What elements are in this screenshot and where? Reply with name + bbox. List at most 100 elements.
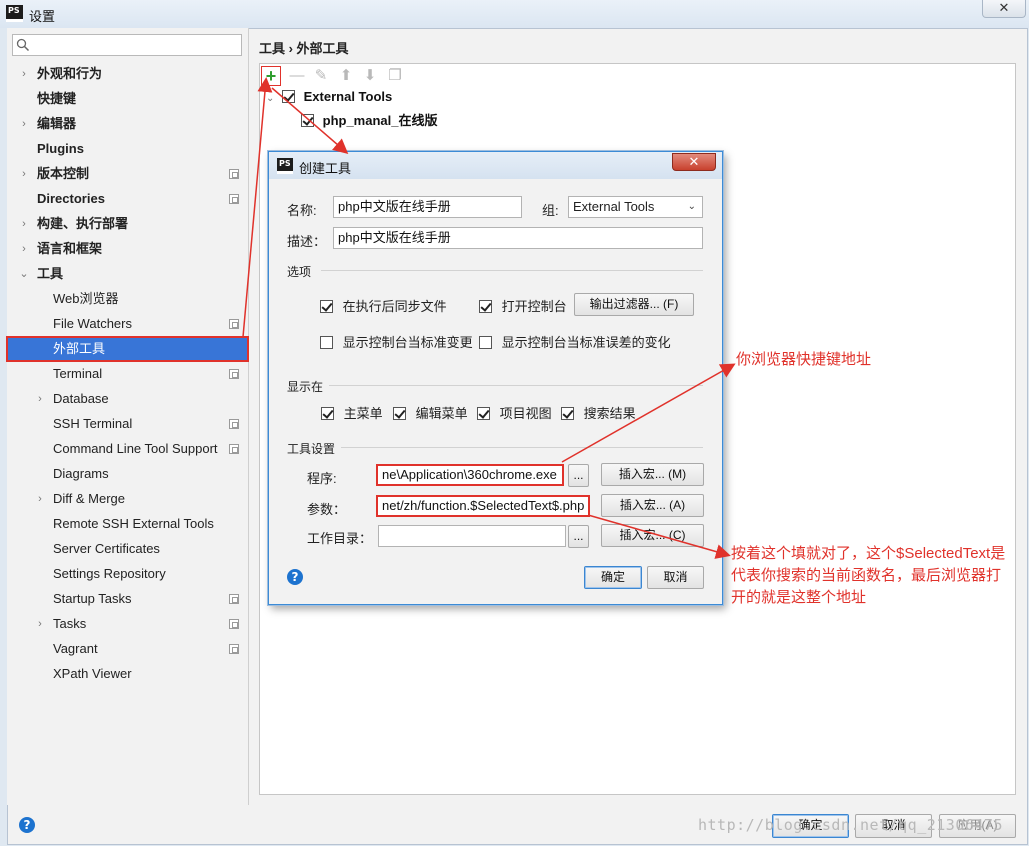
copy-icon[interactable]: ❐	[386, 67, 404, 85]
stdout-option[interactable]: 显示控制台当标准变更	[320, 332, 473, 351]
open-console-option[interactable]: 打开控制台	[479, 296, 567, 315]
chevron-right-icon[interactable]: ›	[35, 387, 45, 411]
editor-menu-checkbox[interactable]	[393, 407, 406, 420]
tree-item-php-manual[interactable]: php_manal_在线版	[301, 110, 437, 129]
edit-icon[interactable]: ✎	[312, 67, 330, 85]
name-label: 名称:	[287, 203, 317, 218]
sidebar-item-label: SSH Terminal	[53, 416, 133, 431]
main-menu-checkbox[interactable]	[321, 407, 334, 420]
sidebar-item[interactable]: Plugins	[7, 137, 248, 161]
group-label: 组:	[542, 203, 559, 218]
sidebar-item-label: Plugins	[37, 141, 84, 156]
window-close-button[interactable]: ✕	[982, 0, 1026, 18]
sidebar-item[interactable]: Terminal	[7, 362, 248, 386]
sidebar-item[interactable]: Startup Tasks	[7, 587, 248, 611]
sidebar-item[interactable]: SSH Terminal	[7, 412, 248, 436]
group-select[interactable]: External Tools ⌄	[568, 196, 703, 218]
dialog-ok-button[interactable]: 确定	[584, 566, 642, 589]
remove-icon[interactable]: —	[288, 67, 306, 85]
open-console-checkbox[interactable]	[479, 300, 492, 313]
chevron-right-icon[interactable]: ›	[19, 237, 29, 261]
sidebar-item[interactable]: Web浏览器	[7, 287, 248, 311]
help-icon[interactable]: ?	[287, 569, 303, 585]
group-enabled-checkbox[interactable]	[282, 90, 296, 103]
sidebar-item[interactable]: › 版本控制	[7, 162, 248, 186]
settings-help-icon[interactable]: ?	[19, 817, 35, 833]
sidebar-item-label: Database	[53, 391, 109, 406]
sidebar-item[interactable]: Settings Repository	[7, 562, 248, 586]
insert-macro-params-button[interactable]: 插入宏... (A)	[601, 494, 704, 517]
stdout-checkbox[interactable]	[320, 336, 333, 349]
dialog-cancel-button[interactable]: 取消	[647, 566, 704, 589]
chevron-right-icon[interactable]: ›	[19, 62, 29, 86]
project-view-option[interactable]: 项目视图	[477, 403, 552, 422]
working-dir-browse-button[interactable]: ...	[568, 525, 589, 548]
sidebar-item[interactable]: Server Certificates	[7, 537, 248, 561]
chevron-down-icon[interactable]: ⌄	[19, 262, 29, 286]
output-filters-button[interactable]: 输出过滤器... (F)	[574, 293, 694, 316]
editor-menu-option[interactable]: 编辑菜单	[393, 403, 468, 422]
sidebar-item[interactable]: XPath Viewer	[7, 662, 248, 686]
project-settings-icon	[229, 194, 239, 204]
move-up-icon[interactable]: ⬆	[337, 67, 355, 85]
chevron-right-icon[interactable]: ›	[19, 112, 29, 136]
chevron-right-icon[interactable]: ›	[35, 612, 45, 636]
sidebar-item[interactable]: › 外观和行为	[7, 62, 248, 86]
sidebar-item[interactable]: Remote SSH External Tools	[7, 512, 248, 536]
insert-macro-workdir-button[interactable]: 插入宏... (C)	[601, 524, 704, 547]
tree-item-label: php_manal_在线版	[322, 113, 438, 128]
stderr-checkbox[interactable]	[479, 336, 492, 349]
search-results-option[interactable]: 搜索结果	[561, 403, 636, 422]
tree-group-label: External Tools	[303, 89, 393, 104]
sidebar-item-label: Terminal	[53, 366, 103, 381]
project-view-checkbox[interactable]	[477, 407, 490, 420]
search-results-checkbox[interactable]	[561, 407, 574, 420]
sidebar-item[interactable]: › 编辑器	[7, 112, 248, 136]
program-field[interactable]: ne\Application\360chrome.exe	[376, 464, 564, 486]
move-down-icon[interactable]: ⬇	[361, 67, 379, 85]
sidebar-item[interactable]: Directories	[7, 187, 248, 211]
tree-group-external-tools[interactable]: ⌄ External Tools	[266, 89, 392, 104]
sidebar-item[interactable]: › 构建、执行部署	[7, 212, 248, 236]
description-field[interactable]: php中文版在线手册	[333, 227, 703, 249]
chevron-right-icon[interactable]: ›	[19, 162, 29, 186]
description-label: 描述：	[287, 234, 327, 249]
sidebar-item-label: Startup Tasks	[53, 591, 132, 606]
parameters-label: 参数：	[307, 502, 347, 517]
sidebar-item[interactable]: Vagrant	[7, 637, 248, 661]
parameters-field[interactable]: net/zh/function.$SelectedText$.php	[376, 495, 590, 517]
sidebar-item[interactable]: › 语言和框架	[7, 237, 248, 261]
sidebar-item[interactable]: File Watchers	[7, 312, 248, 336]
program-browse-button[interactable]: ...	[568, 464, 589, 487]
chevron-right-icon[interactable]: ›	[19, 212, 29, 236]
tool-enabled-checkbox[interactable]	[301, 114, 314, 127]
add-icon[interactable]: +	[261, 66, 281, 86]
options-section-title: 选项	[287, 265, 312, 279]
sidebar-item[interactable]: › Database	[7, 387, 248, 411]
sidebar-item-label: Command Line Tool Support	[53, 441, 218, 456]
sidebar-item[interactable]: › Tasks	[7, 612, 248, 636]
dialog-title: 创建工具	[299, 161, 352, 176]
sync-files-checkbox[interactable]	[320, 300, 333, 313]
name-field[interactable]: php中文版在线手册	[333, 196, 522, 218]
insert-macro-program-button[interactable]: 插入宏... (M)	[601, 463, 704, 486]
stderr-option[interactable]: 显示控制台当标准误差的变化	[479, 332, 671, 351]
settings-search-input[interactable]	[12, 34, 242, 56]
sidebar-item[interactable]: ⌄ 工具	[7, 262, 248, 286]
sidebar-item[interactable]: › Diff & Merge	[7, 487, 248, 511]
sidebar-item[interactable]: 外部工具	[6, 336, 249, 362]
sidebar-item[interactable]: Command Line Tool Support	[7, 437, 248, 461]
chevron-right-icon[interactable]: ›	[35, 487, 45, 511]
dialog-close-button[interactable]: ✕	[672, 153, 716, 171]
annotation-params-line2: 代表你搜索的当前函数名，最后浏览器打	[731, 567, 1002, 584]
working-dir-field[interactable]	[378, 525, 566, 547]
tool-settings-section-title: 工具设置	[287, 442, 336, 456]
sidebar-item[interactable]: Diagrams	[7, 462, 248, 486]
tool-settings-divider	[341, 447, 703, 448]
chevron-down-icon[interactable]: ⌄	[266, 93, 274, 104]
sidebar-item-label: 外观和行为	[37, 66, 103, 81]
sync-files-option[interactable]: 在执行后同步文件	[320, 296, 447, 315]
sidebar-item[interactable]: 快捷键	[7, 87, 248, 111]
show-in-divider	[329, 385, 703, 386]
main-menu-option[interactable]: 主菜单	[321, 403, 383, 422]
